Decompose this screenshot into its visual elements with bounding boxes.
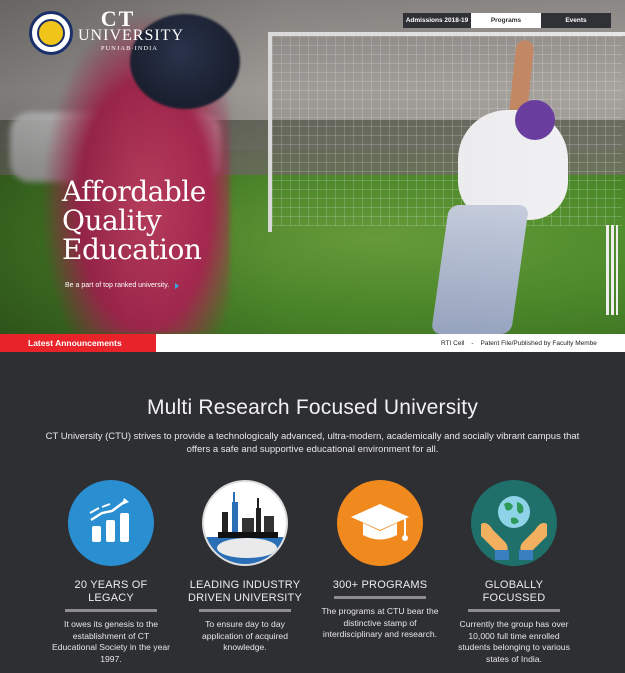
announcements-bar: Latest Announcements RTI Cell - Patent F… <box>0 334 625 352</box>
feature-description: To ensure day to day application of acqu… <box>202 619 288 652</box>
globe-hands-icon <box>471 480 557 566</box>
feature-title: 20 YEARS OF LEGACY <box>74 579 148 604</box>
announcements-label: Latest Announcements <box>0 334 156 352</box>
nav-admissions[interactable]: Admissions 2018-19 <box>403 13 471 28</box>
hero-tagline-link[interactable]: Be a part of top ranked university. <box>65 282 180 289</box>
growth-chart-icon <box>68 480 154 566</box>
announcement-patent-file[interactable]: Patent File/Published by Faculty Membe <box>481 340 597 347</box>
divider <box>65 609 157 612</box>
feature-description: It owes its genesis to the establishment… <box>52 619 170 664</box>
nav-programs[interactable]: Programs <box>471 13 541 28</box>
divider <box>334 596 426 599</box>
graduation-cap-icon <box>337 480 423 566</box>
industry-icon <box>202 480 288 566</box>
feature-global: GLOBALLY FOCUSSED Currently the group ha… <box>454 480 574 665</box>
feature-title: GLOBALLY FOCUSSED <box>482 579 546 604</box>
arrow-right-icon <box>175 282 180 289</box>
hero-headline: Affordable Quality Education <box>62 175 206 266</box>
feature-legacy: 20 YEARS OF LEGACY It owes its genesis t… <box>51 480 171 665</box>
feature-description: Currently the group has over 10,000 full… <box>458 619 570 664</box>
university-emblem-logo[interactable] <box>29 11 73 55</box>
feature-title: LEADING INDUSTRY DRIVEN UNIVERSITY <box>187 579 303 604</box>
feature-title: 300+ PROGRAMS <box>332 579 428 591</box>
university-wordmark-logo[interactable]: CT UNIVERSITY PUNJAB·INDIA <box>78 8 183 53</box>
divider <box>199 609 291 612</box>
announcements-ticker: RTI Cell - Patent File/Published by Facu… <box>441 339 597 347</box>
feature-programs: 300+ PROGRAMS The programs at CTU bear t… <box>320 480 440 641</box>
divider <box>468 609 560 612</box>
feature-industry: LEADING INDUSTRY DRIVEN UNIVERSITY To en… <box>185 480 305 654</box>
feature-description: The programs at CTU bear the distinctive… <box>321 606 439 639</box>
announcement-rti-cell[interactable]: RTI Cell <box>441 340 464 347</box>
section-title: Multi Research Focused University <box>146 396 479 419</box>
nav-events[interactable]: Events <box>541 13 611 28</box>
section-description: CT University (CTU) strives to provide a… <box>45 431 580 455</box>
